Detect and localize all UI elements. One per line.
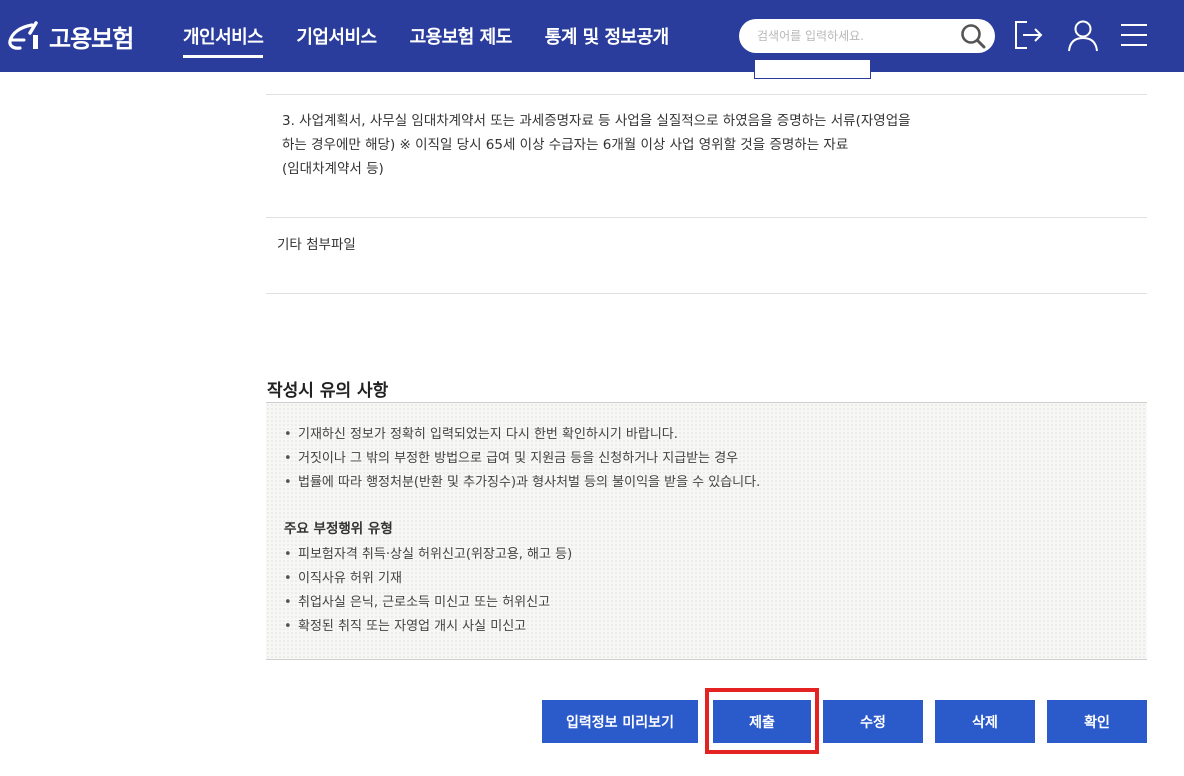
main-nav: 개인서비스 기업서비스 고용보험 제도 통계 및 정보공개 xyxy=(183,0,702,72)
document-line: 3. 사업계획서, 사무실 임대차계약서 또는 과세증명자료 등 사업을 실질적… xyxy=(282,113,911,129)
search-button[interactable] xyxy=(959,23,987,49)
menu-icon xyxy=(1121,24,1147,46)
list-item: 거짓이나 그 밖의 부정한 방법으로 급여 및 지원금 등을 신청하거나 지급받… xyxy=(284,447,760,471)
notice-title: 작성시 유의 사항 xyxy=(267,381,389,401)
menu-button[interactable] xyxy=(1117,18,1151,52)
list-item: 피보험자격 취득·상실 허위신고(위장고용, 해고 등) xyxy=(284,543,572,567)
search-input[interactable] xyxy=(757,26,947,46)
search-icon xyxy=(961,24,986,49)
list-item: 취업사실 은닉, 근로소득 미신고 또는 허위신고 xyxy=(284,591,572,615)
delete-button[interactable]: 삭제 xyxy=(935,700,1035,743)
notice-box: 기재하신 정보가 정확히 입력되었는지 다시 한번 확인하시기 바랍니다. 거짓… xyxy=(266,402,1147,660)
file-select-button-partial[interactable] xyxy=(754,60,871,79)
search-box xyxy=(739,19,995,53)
document-line: 하는 경우에만 해당) ※ 이직일 당시 65세 이상 수급자는 6개월 이상 … xyxy=(282,137,849,153)
list-item: 확정된 취직 또는 자영업 개시 사실 미신고 xyxy=(284,615,572,639)
divider xyxy=(266,217,1147,218)
logout-button[interactable] xyxy=(1011,18,1045,52)
document-item-3: 3. 사업계획서, 사무실 임대차계약서 또는 과세증명자료 등 사업을 실질적… xyxy=(282,109,982,181)
user-icon xyxy=(1068,20,1098,52)
divider xyxy=(266,293,1147,294)
fraud-types-list: 피보험자격 취득·상실 허위신고(위장고용, 해고 등) 이직사유 허위 기재 … xyxy=(284,543,572,639)
nav-business-services[interactable]: 기업서비스 xyxy=(296,23,377,49)
list-item: 기재하신 정보가 정확히 입력되었는지 다시 한번 확인하시기 바랍니다. xyxy=(284,423,760,447)
nav-statistics[interactable]: 통계 및 정보공개 xyxy=(545,23,669,49)
submit-button[interactable]: 제출 xyxy=(713,700,811,743)
divider xyxy=(266,94,1147,95)
ei-logo-icon xyxy=(8,21,38,50)
confirm-button[interactable]: 확인 xyxy=(1047,700,1147,743)
notice-list: 기재하신 정보가 정확히 입력되었는지 다시 한번 확인하시기 바랍니다. 거짓… xyxy=(284,423,760,495)
fraud-types-title: 주요 부정행위 유형 xyxy=(284,521,393,537)
nav-personal-services[interactable]: 개인서비스 xyxy=(183,23,264,58)
user-button[interactable] xyxy=(1066,18,1100,52)
other-attachments-label: 기타 첨부파일 xyxy=(277,237,356,253)
nav-insurance-system[interactable]: 고용보험 제도 xyxy=(410,23,513,49)
edit-button[interactable]: 수정 xyxy=(823,700,923,743)
document-line: (임대차계약서 등) xyxy=(282,161,384,177)
preview-input-button[interactable]: 입력정보 미리보기 xyxy=(542,700,698,743)
logout-icon xyxy=(1015,21,1043,49)
logo-text: 고용보험 xyxy=(49,24,134,53)
top-header: 고용보험 개인서비스 기업서비스 고용보험 제도 통계 및 정보공개 xyxy=(0,0,1184,72)
list-item: 법률에 따라 행정처분(반환 및 추가징수)과 형사처벌 등의 불이익을 받을 … xyxy=(284,471,760,495)
list-item: 이직사유 허위 기재 xyxy=(284,567,572,591)
site-logo[interactable]: 고용보험 xyxy=(6,14,134,58)
